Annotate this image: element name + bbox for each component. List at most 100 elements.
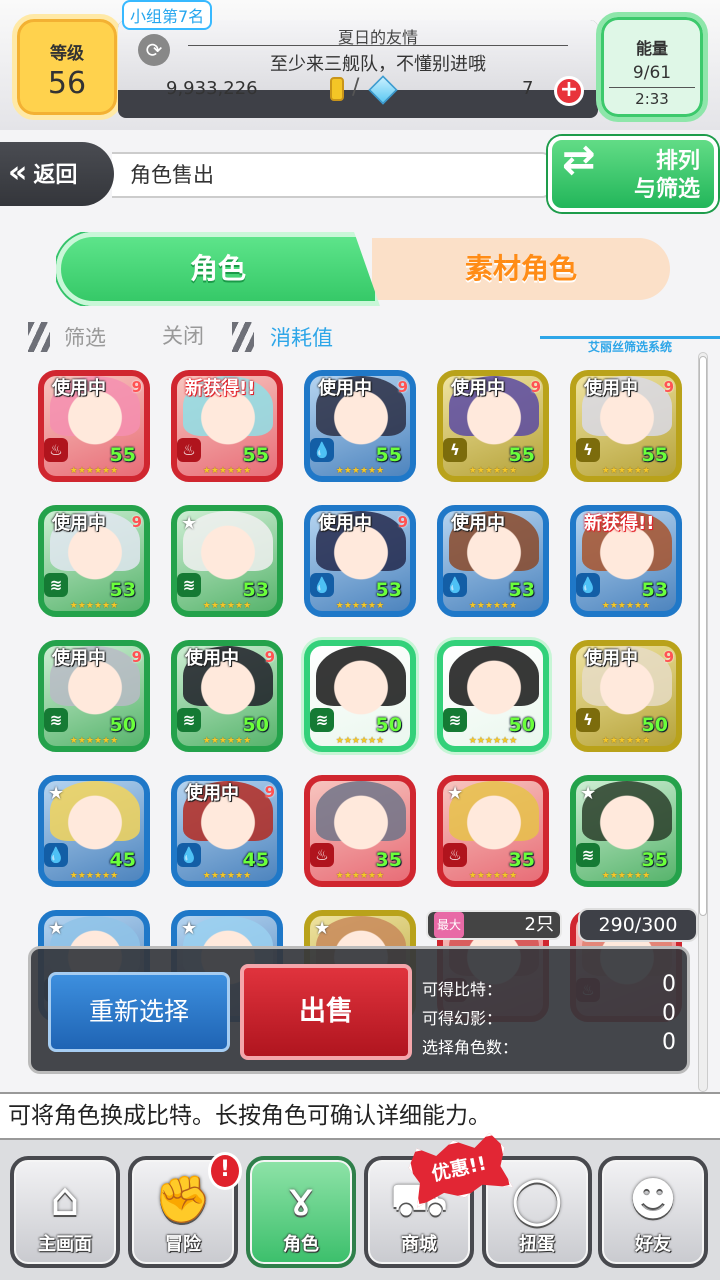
card-level: 55 <box>375 444 402 466</box>
favorite-star-icon: ★ <box>181 918 198 939</box>
rarity-stars: ★★★★★★ <box>335 466 385 476</box>
nav-button-friends[interactable]: ☻ 好友 <box>598 1156 708 1268</box>
card-status-tag: 使用中 <box>451 378 505 399</box>
card-status-tag: 使用中 <box>52 378 106 399</box>
filter-system-label: 艾丽丝筛选系统 <box>588 340 673 354</box>
group-info-panel[interactable]: ⟳ 夏日的友情 至少来三舰队，不懂别进哦 9,933,226 / 7 + <box>118 20 598 118</box>
character-card[interactable]: ★ 💧 45 ★★★★★★ <box>38 775 150 887</box>
card-level: 55 <box>109 444 136 466</box>
card-sub-badge: 9 <box>264 783 275 801</box>
rarity-stars: ★★★★★★ <box>601 736 651 746</box>
bits-label: 可得比特： <box>422 980 503 999</box>
character-card[interactable]: 使用中 9 ≋ 50 ★★★★★★ <box>171 640 283 752</box>
refresh-icon[interactable]: ⟳ <box>138 34 170 66</box>
character-card[interactable]: ★ ≋ 53 ★★★★★★ <box>171 505 283 617</box>
back-button[interactable]: «返回 <box>0 142 114 206</box>
card-sub-badge: 9 <box>397 513 408 531</box>
card-level: 53 <box>375 579 402 601</box>
card-status-tag: 使用中 <box>185 783 239 804</box>
hint-text: 可将角色换成比特。长按角色可确认详细能力。 <box>0 1092 720 1140</box>
scrollbar-thumb[interactable] <box>699 356 707 916</box>
reselect-button[interactable]: 重新选择 <box>48 972 230 1052</box>
card-level: 53 <box>242 579 269 601</box>
card-status-tag: 使用中 <box>318 378 372 399</box>
group-message: 至少来三舰队，不懂别进哦 <box>270 54 486 75</box>
nav-button-home[interactable]: ⌂ 主画面 <box>10 1156 120 1268</box>
fire-element-icon: ♨ <box>177 438 201 462</box>
friends-icon: ☻ <box>629 1172 677 1226</box>
nav-label: 主画面 <box>38 1234 92 1255</box>
energy-box: 能量 9/61 2:33 <box>596 12 708 122</box>
sort-by-label[interactable]: 消耗值 <box>270 322 333 352</box>
rarity-stars: ★★★★★★ <box>601 871 651 881</box>
filter-toggle[interactable]: 关闭 <box>162 320 204 350</box>
character-card[interactable]: ♨ 35 ★★★★★★ <box>304 775 416 887</box>
character-card[interactable]: ★ ≋ 35 ★★★★★★ <box>570 775 682 887</box>
card-status-tag: 使用中 <box>451 513 505 534</box>
character-card[interactable]: ★ ♨ 35 ★★★★★★ <box>437 775 549 887</box>
character-card[interactable]: 使用中 9 ϟ 55 ★★★★★★ <box>437 370 549 482</box>
coin-icon <box>330 77 344 101</box>
add-gems-button[interactable]: + <box>554 76 584 106</box>
phantom-label: 可得幻影： <box>422 1009 503 1028</box>
character-card[interactable]: ≋ 50 ★★★★★★ <box>304 640 416 752</box>
sort-filter-button[interactable]: ⇄ 排列 与筛选 <box>548 136 718 212</box>
favorite-star-icon: ★ <box>447 783 464 804</box>
sell-button[interactable]: 出售 <box>240 964 412 1060</box>
card-status-tag: 新获得!! <box>185 378 256 399</box>
character-card[interactable]: 新获得!! ♨ 55 ★★★★★★ <box>171 370 283 482</box>
nav-button-rabbit[interactable]: ɤ 角色 <box>246 1156 356 1268</box>
nav-label: 角色 <box>283 1234 319 1255</box>
player-level-box: 等级 56 <box>12 14 122 120</box>
card-sub-badge: 9 <box>663 378 674 396</box>
thunder-element-icon: ϟ <box>576 438 600 462</box>
top-status-bar: 等级 56 ⟳ 夏日的友情 至少来三舰队，不懂别进哦 9,933,226 / 7… <box>0 0 720 130</box>
character-card[interactable]: 新获得!! 💧 53 ★★★★★★ <box>570 505 682 617</box>
character-card[interactable]: 使用中 9 ♨ 55 ★★★★★★ <box>38 370 150 482</box>
card-sub-badge: 9 <box>397 378 408 396</box>
bits-row: 可得比特： 0 <box>422 972 680 1000</box>
rarity-stars: ★★★★★★ <box>69 871 119 881</box>
card-level: 45 <box>242 849 269 871</box>
rarity-stars: ★★★★★★ <box>69 736 119 746</box>
rabbit-icon: ɤ <box>287 1172 315 1226</box>
fire-element-icon: ♨ <box>443 843 467 867</box>
tab-material-characters[interactable]: 素材角色 <box>372 238 670 300</box>
rarity-stars: ★★★★★★ <box>601 601 651 611</box>
card-status-tag: 使用中 <box>52 648 106 669</box>
character-card[interactable]: 使用中 9 💧 55 ★★★★★★ <box>304 370 416 482</box>
divider <box>188 45 568 46</box>
wind-element-icon: ≋ <box>443 708 467 732</box>
home-icon: ⌂ <box>50 1172 80 1226</box>
level-label: 等级 <box>50 44 84 64</box>
card-level: 55 <box>242 444 269 466</box>
character-card[interactable]: 使用中 9 💧 45 ★★★★★★ <box>171 775 283 887</box>
adventure-alert-badge: ! <box>208 1152 242 1190</box>
card-status-tag: 使用中 <box>52 513 106 534</box>
water-element-icon: 💧 <box>310 573 334 597</box>
character-card[interactable]: 使用中 9 ϟ 55 ★★★★★★ <box>570 370 682 482</box>
character-card[interactable]: 使用中 💧 53 ★★★★★★ <box>437 505 549 617</box>
card-level: 50 <box>109 714 136 736</box>
character-card[interactable]: ≋ 50 ★★★★★★ <box>437 640 549 752</box>
card-level: 50 <box>242 714 269 736</box>
selected-row: 选择角色数： 0 <box>422 1030 680 1058</box>
thunder-element-icon: ϟ <box>576 708 600 732</box>
rarity-stars: ★★★★★★ <box>202 736 252 746</box>
favorite-star-icon: ★ <box>48 918 65 939</box>
character-card[interactable]: 使用中 9 💧 53 ★★★★★★ <box>304 505 416 617</box>
card-level: 50 <box>641 714 668 736</box>
fire-element-icon: ♨ <box>310 843 334 867</box>
max-selection-badge: 最大 2只 <box>426 910 562 940</box>
character-card[interactable]: 使用中 9 ϟ 50 ★★★★★★ <box>570 640 682 752</box>
nav-label: 商城 <box>401 1234 437 1255</box>
card-level: 35 <box>375 849 402 871</box>
tab-characters[interactable]: 角色 <box>56 232 380 306</box>
rabbit-arrows-icon: ⇄ <box>562 137 596 183</box>
wind-element-icon: ≋ <box>44 573 68 597</box>
rarity-stars: ★★★★★★ <box>335 601 385 611</box>
rarity-stars: ★★★★★★ <box>69 466 119 476</box>
character-card[interactable]: 使用中 9 ≋ 50 ★★★★★★ <box>38 640 150 752</box>
sort-slash-icon <box>232 322 254 352</box>
character-card[interactable]: 使用中 9 ≋ 53 ★★★★★★ <box>38 505 150 617</box>
